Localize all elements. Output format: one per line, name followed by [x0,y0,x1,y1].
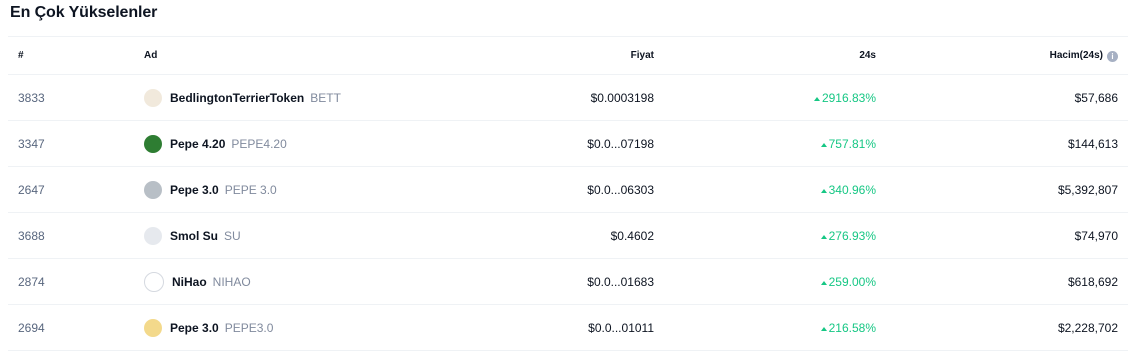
header-volume-label: Hacim(24s) [1049,49,1103,61]
frog-black-hat-icon [144,318,162,337]
name-cell[interactable]: Pepe 3.0 PEPE3.0 [143,304,493,351]
dog-face-icon [144,88,162,107]
name-cell[interactable]: BedlingtonTerrierToken BETT [143,74,493,121]
table-header-row: # Ad Fiyat 24s Hacim(24s) i [8,36,1128,75]
coin-name[interactable]: Pepe 3.0 [170,183,219,197]
green-frog-icon [144,134,162,153]
volume-cell: $618,692 [877,258,1128,305]
caret-up-icon [820,234,827,239]
coin-name[interactable]: Smol Su [170,229,218,243]
name-cell[interactable]: Smol Su SU [143,212,493,259]
volume-cell: $57,686 [877,74,1128,121]
caret-up-icon [813,96,820,101]
change-cell: 259.00% [655,258,877,305]
price-cell: $0.0...06303 [493,166,655,213]
header-name[interactable]: Ad [143,36,493,75]
table-row[interactable]: 2874 NiHao NIHAO $0.0...01683 259.00% $6… [8,258,1128,305]
table-row[interactable]: 2694 Pepe 3.0 PEPE3.0 $0.0...01011 216.5… [8,304,1128,351]
rank-cell: 3347 [8,120,143,167]
cartoon-face-icon [144,226,162,245]
volume-cell: $74,970 [877,212,1128,259]
rank-cell: 2647 [8,166,143,213]
coin-symbol: PEPE4.20 [231,136,287,151]
cat-figure-icon [144,271,164,292]
header-change-24h[interactable]: 24s [655,36,877,75]
table-row[interactable]: 3688 Smol Su SU $0.4602 276.93% $74,970 [8,212,1128,259]
change-value: 757.81% [828,136,876,151]
volume-cell: $144,613 [877,120,1128,167]
caret-up-icon [820,280,827,285]
coin-symbol: PEPE3.0 [224,320,274,335]
caret-up-icon [820,142,827,147]
coin-symbol: NIHAO [212,274,251,289]
rank-cell: 2874 [8,258,143,305]
header-rank[interactable]: # [8,36,143,75]
info-icon[interactable]: i [1107,50,1118,62]
header-price[interactable]: Fiyat [493,36,655,75]
change-value: 216.58% [828,320,876,335]
price-cell: $0.0003198 [493,74,655,121]
change-cell: 340.96% [655,166,877,213]
change-cell: 216.58% [655,304,877,351]
name-cell[interactable]: Pepe 3.0 PEPE 3.0 [143,166,493,213]
rank-cell: 3688 [8,212,143,259]
name-cell[interactable]: Pepe 4.20 PEPE4.20 [143,120,493,167]
price-cell: $0.0...01683 [493,258,655,305]
caret-up-icon [820,188,827,193]
gray-frog-icon [144,180,162,199]
change-cell: 2916.83% [655,74,877,121]
price-cell: $0.4602 [493,212,655,259]
coin-symbol: SU [224,228,241,243]
section-title: En Çok Yükselenler [10,4,158,21]
rank-cell: 2694 [8,304,143,351]
volume-cell: $2,228,702 [877,304,1128,351]
price-cell: $0.0...01011 [493,304,655,351]
coin-name[interactable]: NiHao [172,275,207,289]
coin-name[interactable]: Pepe 4.20 [170,137,225,151]
volume-cell: $5,392,807 [877,166,1128,213]
caret-up-icon [820,326,827,331]
table-row[interactable]: 3347 Pepe 4.20 PEPE4.20 $0.0...07198 757… [8,120,1128,167]
change-value: 340.96% [828,182,876,197]
coin-symbol: BETT [310,90,341,105]
rank-cell: 3833 [8,74,143,121]
table-row[interactable]: 3833 BedlingtonTerrierToken BETT $0.0003… [8,74,1128,121]
change-cell: 757.81% [655,120,877,167]
top-gainers-table: # Ad Fiyat 24s Hacim(24s) i 3833 Bedlingt… [8,36,1128,351]
change-value: 2916.83% [821,90,876,105]
price-cell: $0.0...07198 [493,120,655,167]
table-row[interactable]: 2647 Pepe 3.0 PEPE 3.0 $0.0...06303 340.… [8,166,1128,213]
change-value: 259.00% [828,274,876,289]
header-volume-24h[interactable]: Hacim(24s) i [877,36,1128,75]
name-cell[interactable]: NiHao NIHAO [143,258,493,305]
change-cell: 276.93% [655,212,877,259]
coin-name[interactable]: Pepe 3.0 [170,321,219,335]
change-value: 276.93% [828,228,876,243]
coin-symbol: PEPE 3.0 [224,182,277,197]
coin-name[interactable]: BedlingtonTerrierToken [170,91,304,105]
